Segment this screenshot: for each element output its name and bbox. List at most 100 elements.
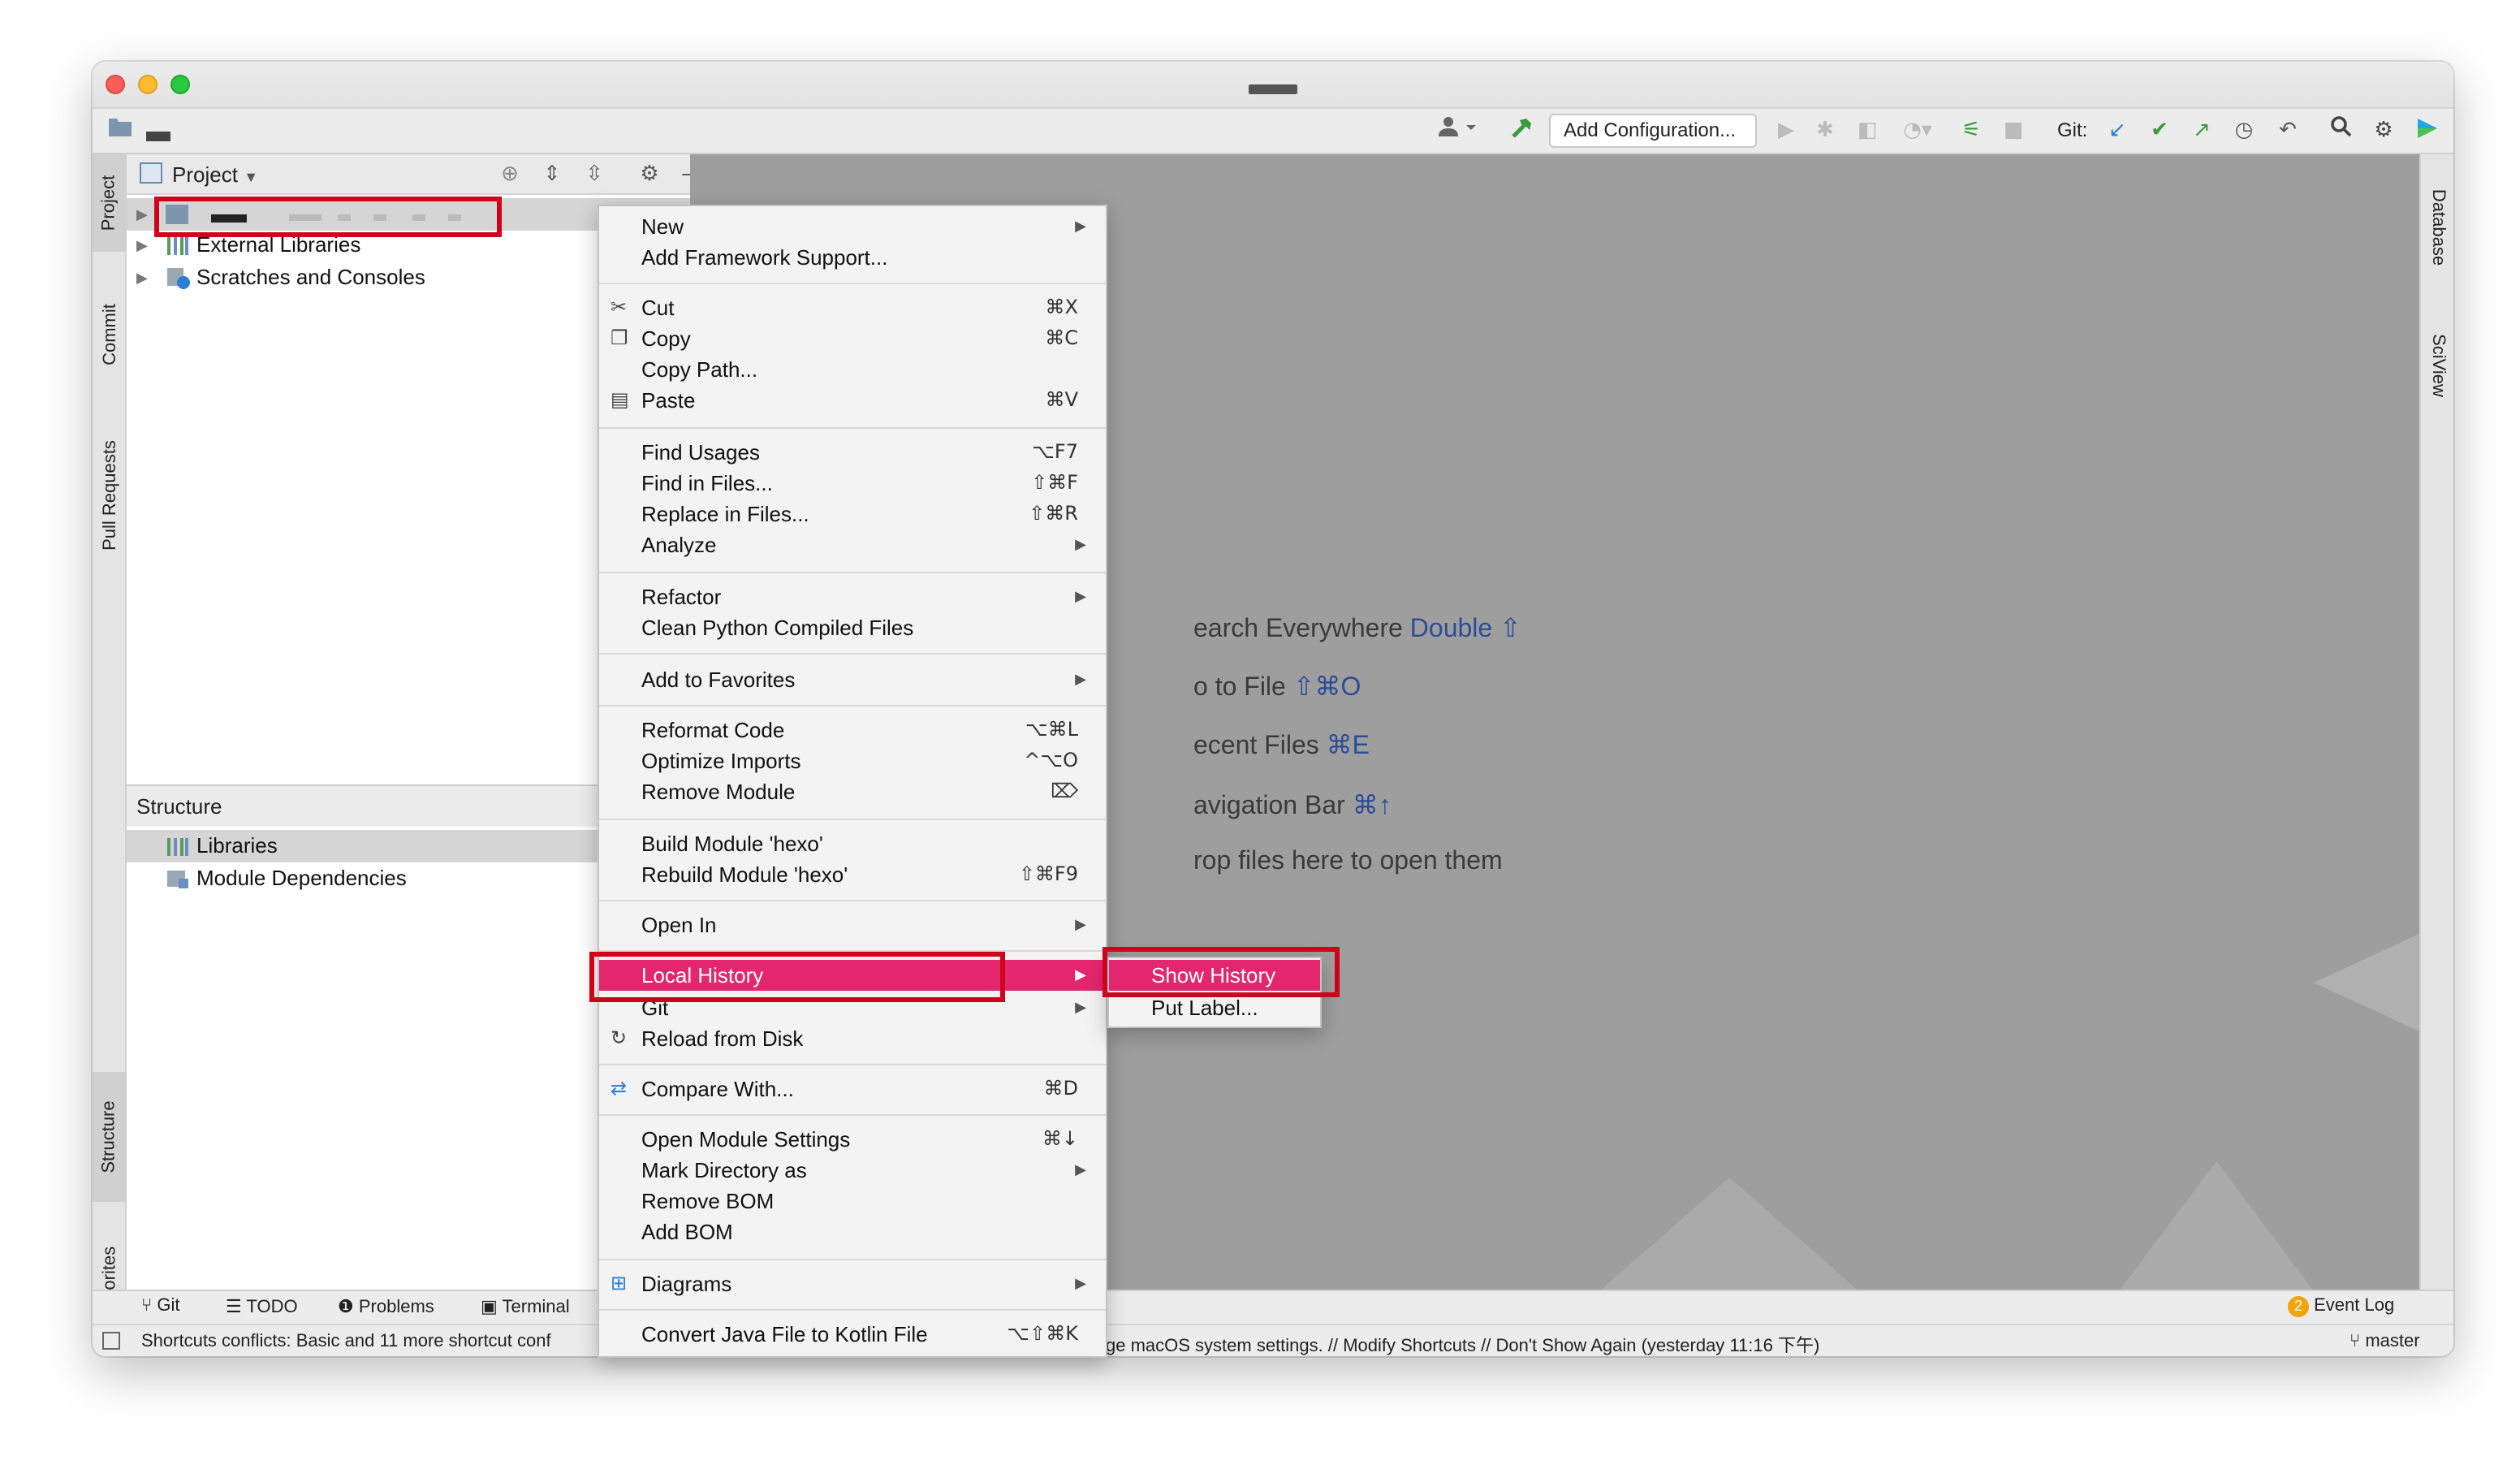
menu-item-rebuild-module[interactable]: Rebuild Module 'hexo' ⇧⌘F9 [599,859,1106,890]
git-update-icon[interactable]: ↙ [2103,115,2132,148]
window-title-redacted [1249,84,1297,94]
settings-gear-icon[interactable]: ⚙ [2369,115,2398,148]
menu-item-open-in[interactable]: Open In ▶ [599,910,1106,940]
panel-settings-gear-icon[interactable]: ⚙ [636,159,662,192]
libraries-icon [167,237,188,255]
menu-item-add-to-favorites[interactable]: Add to Favorites ▶ [599,664,1106,695]
git-commit-icon[interactable]: ✔ [2145,115,2174,148]
menu-item-add-bom[interactable]: Add BOM [599,1217,1106,1247]
close-window-button[interactable] [106,75,125,94]
tab-todo[interactable]: ☰ TODO [226,1296,298,1317]
expand-arrow-icon[interactable]: ▶ [136,198,148,231]
profile-icon[interactable]: ◔▾ [1895,115,1940,148]
menu-separator [599,819,1106,820]
rollback-icon[interactable]: ↶ [2273,115,2302,148]
menu-shortcut: ⌘X [1045,296,1078,318]
git-label: Git: [2057,119,2088,141]
menu-item-new[interactable]: New ▶ [599,211,1106,242]
menu-separator [599,283,1106,284]
build-hammer-icon[interactable] [1505,115,1538,148]
menu-item-compare-with[interactable]: ⇄ Compare With... ⌘D [599,1074,1106,1104]
tab-structure[interactable]: Structure [93,1072,127,1202]
menu-separator [599,1309,1106,1311]
menu-item-cut[interactable]: ✂ Cut ⌘X [599,292,1106,323]
tab-project[interactable]: Project [93,154,127,252]
toolbox-logo-icon[interactable] [2411,115,2444,148]
menu-item-add-framework-support[interactable]: Add Framework Support... [599,242,1106,273]
tab-commit[interactable]: Commit [93,271,127,398]
tab-database[interactable]: Database [2421,162,2453,292]
menu-separator [599,1259,1106,1260]
status-bar: Shortcuts conflicts: Basic and 11 more s… [93,1324,2453,1356]
expand-all-icon[interactable]: ⇕ [539,159,565,192]
locate-icon[interactable]: ⊕ [497,159,523,192]
tab-git[interactable]: ⑂ Git [141,1296,179,1316]
minimize-window-button[interactable] [138,75,158,94]
git-branch-name: master [2365,1332,2420,1351]
event-log-badge: 2 [2288,1296,2309,1317]
status-message-right[interactable]: ge macOS system settings. // Modify Shor… [1106,1332,1819,1356]
menu-item-remove-bom[interactable]: Remove BOM [599,1186,1106,1217]
menu-item-analyze[interactable]: Analyze ▶ [599,529,1106,560]
menu-item-paste[interactable]: ▤ Paste ⌘V [599,385,1106,416]
run-icon[interactable]: ▶ [1771,115,1801,148]
menu-item-copy[interactable]: ❐ Copy ⌘C [599,323,1106,354]
menu-item-refactor[interactable]: Refactor ▶ [599,581,1106,612]
hint-text: rop files here to open them [1193,848,1503,875]
menu-item-find-in-files[interactable]: Find in Files... ⇧⌘F [599,468,1106,499]
tab-terminal[interactable]: ▣ Terminal [481,1296,570,1317]
menu-item-optimize-imports[interactable]: Optimize Imports ^⌥O [599,745,1106,776]
event-log-button[interactable]: 2 Event Log [2288,1296,2394,1317]
menu-separator [599,653,1106,655]
menu-item-find-usages[interactable]: Find Usages ⌥F7 [599,437,1106,468]
expand-arrow-icon[interactable]: ▶ [136,229,148,261]
debug-icon[interactable]: ✱ [1810,115,1840,148]
menu-item-label: Convert Java File to Kotlin File [641,1322,928,1346]
menu-item-replace-in-files[interactable]: Replace in Files... ⇧⌘R [599,499,1106,529]
menu-shortcut: ⌘D [1043,1077,1079,1100]
toggle-tool-windows-icon[interactable] [102,1332,120,1350]
git-branch-widget[interactable]: ⑂ master [2350,1332,2420,1351]
tab-pull-requests[interactable]: Pull Requests [93,414,127,577]
menu-item-reformat-code[interactable]: Reformat Code ⌥⌘L [599,715,1106,745]
stop-icon[interactable]: ■ [1999,115,2028,148]
menu-item-convert-java-to-kotlin[interactable]: Convert Java File to Kotlin File ⌥⇧⌘K [599,1319,1106,1350]
zoom-window-button[interactable] [170,75,190,94]
status-message-left[interactable]: Shortcuts conflicts: Basic and 11 more s… [141,1332,551,1351]
tab-problems[interactable]: ❶ Problems [338,1296,434,1317]
cut-icon: ✂ [611,296,628,318]
coverage-icon[interactable]: ◧ [1853,115,1882,148]
hint-key: Double ⇧ [1409,616,1521,643]
hint-key: ⌘E [1326,732,1370,760]
menu-item-label: Build Module 'hexo' [641,832,823,856]
menu-item-copy-path[interactable]: Copy Path... [599,354,1106,385]
submenu-arrow-icon: ▶ [1075,1275,1086,1291]
libraries-icon [167,838,188,856]
menu-item-build-module[interactable]: Build Module 'hexo' [599,828,1106,859]
menu-item-label: Replace in Files... [641,502,809,526]
project-folder-icon[interactable] [106,115,135,148]
menu-item-mark-directory-as[interactable]: Mark Directory as ▶ [599,1155,1106,1186]
menu-item-open-module-settings[interactable]: Open Module Settings ⌘↓ [599,1124,1106,1155]
paste-icon: ▤ [611,388,629,411]
breadcrumb-redacted[interactable] [146,132,170,141]
menu-item-reload-from-disk[interactable]: ↻ Reload from Disk [599,1023,1106,1054]
menu-separator [599,572,1106,573]
attach-icon[interactable]: ⚟ [1957,115,1986,148]
menu-item-diagrams[interactable]: ⊞ Diagrams ▶ [599,1268,1106,1299]
run-configuration-dropdown[interactable]: Add Configuration... [1549,114,1757,148]
account-icon[interactable] [1434,115,1482,148]
collapse-all-icon[interactable]: ⇳ [581,159,607,192]
search-icon[interactable] [2327,115,2356,148]
menu-item-label: Analyze [641,533,717,557]
menu-item-clean-python-compiled[interactable]: Clean Python Compiled Files [599,612,1106,643]
menu-item-label: Rebuild Module 'hexo' [641,862,848,887]
history-clock-icon[interactable]: ◷ [2229,115,2259,148]
git-push-icon[interactable]: ↗ [2187,115,2216,148]
menu-separator [599,1114,1106,1116]
tab-sciview[interactable]: SciView [2421,309,2453,422]
menu-item-remove-module[interactable]: Remove Module ⌦ [599,776,1106,807]
tab-todo-label: TODO [246,1298,298,1317]
project-view-dropdown[interactable]: Project ▼ [172,162,258,187]
expand-arrow-icon[interactable]: ▶ [136,261,148,294]
